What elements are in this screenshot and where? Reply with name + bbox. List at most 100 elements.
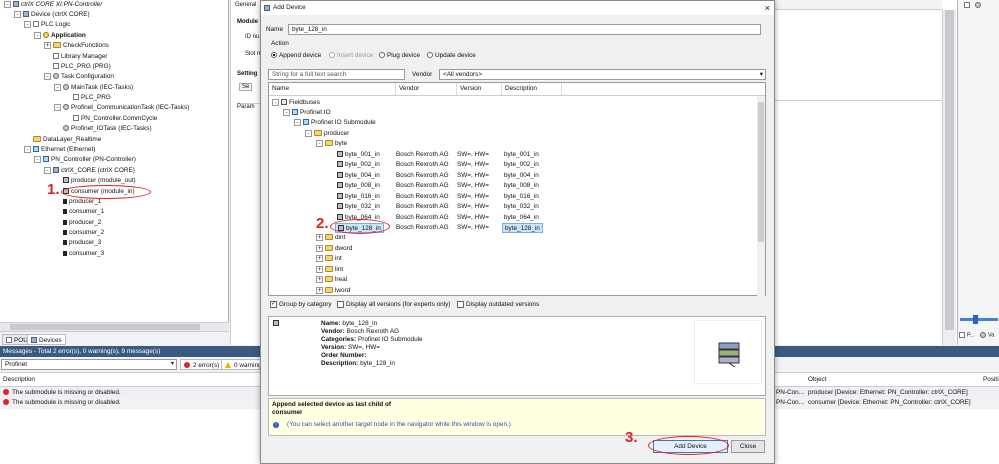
device-catalog-list[interactable]: Name Vendor Version Description - Fieldbu… <box>268 82 766 296</box>
tree-node[interactable]: + CheckFunctions <box>44 41 109 51</box>
catalog-group-node[interactable]: + lint <box>316 265 343 275</box>
tab-devices[interactable]: Devices <box>27 334 66 345</box>
tree-node[interactable]: Profinet_IOTask (IEC-Tasks) <box>54 124 152 134</box>
expander-icon[interactable]: + <box>316 233 323 241</box>
tree-node[interactable]: - ctrlX CORE XI:PN-Controller <box>4 0 102 10</box>
settings-icon[interactable] <box>975 2 981 8</box>
expander-icon[interactable]: - <box>54 83 61 91</box>
tree-node[interactable]: - Profinet_CommunicationTask (IEC-Tasks) <box>54 103 189 113</box>
expander-icon[interactable]: - <box>54 103 61 111</box>
expander-icon[interactable]: - <box>294 118 301 126</box>
append-device-radio[interactable]: Append device <box>271 52 321 59</box>
col-position[interactable]: Positi <box>983 373 999 387</box>
tree-node[interactable]: - MainTask (IEC-Tasks) <box>54 83 133 93</box>
expander-icon[interactable]: - <box>24 20 31 28</box>
list-vertical-scrollbar[interactable] <box>757 96 765 296</box>
expander-icon[interactable]: - <box>305 129 312 137</box>
catalog-group-node[interactable]: - Profinet IO <box>283 108 331 118</box>
catalog-group-node[interactable]: - Fieldbuses <box>272 98 320 108</box>
expander-icon[interactable]: - <box>14 10 21 18</box>
tree-node[interactable]: - Device (ctrlX CORE) <box>14 10 90 20</box>
tree-node[interactable]: - Ethernet (Ethernet) <box>24 145 95 155</box>
slider-track[interactable] <box>960 318 998 321</box>
scrollbar-thumb[interactable] <box>945 10 954 330</box>
warnings-filter-button[interactable]: 0 warning <box>221 359 266 370</box>
settings-button[interactable]: Se <box>239 83 253 91</box>
catalog-device-row[interactable]: byte_001_in Bosch Rexroth AG SW=, HW= byte_… <box>269 150 755 160</box>
tree-node[interactable]: DataLayer_Realtime <box>24 135 101 145</box>
vendor-select[interactable]: <All vendors> ▾ <box>439 69 766 80</box>
expander-icon[interactable]: - <box>44 72 51 80</box>
col-description[interactable]: Description <box>502 83 562 95</box>
catalog-group-node[interactable]: + dint <box>316 233 345 243</box>
catalog-device-row[interactable]: byte_002_in Bosch Rexroth AG SW=, HW= byte_… <box>269 160 755 170</box>
catalog-group-node[interactable]: - Profinet IO Submodule <box>294 118 376 128</box>
expander-icon[interactable]: - <box>316 139 323 147</box>
col-vendor[interactable]: Vendor <box>396 83 457 95</box>
device-tree[interactable]: - ctrlX CORE XI:PN-Controller - Device (ctr… <box>0 0 229 322</box>
tree-node[interactable]: producer_3 <box>54 238 101 248</box>
tree-node[interactable]: - Task Configuration <box>44 72 114 82</box>
plug-device-radio[interactable]: Plug device <box>379 52 420 59</box>
update-device-radio[interactable]: Update device <box>427 52 476 59</box>
tree-node[interactable]: PLC_PRG <box>64 93 111 103</box>
slider-handle[interactable] <box>973 315 978 324</box>
tree-node[interactable]: PN_Controller.CommCycle <box>64 114 157 124</box>
catalog-group-node[interactable]: + dword <box>316 244 352 254</box>
tree-node[interactable]: PLC_PRG (PRG) <box>44 62 111 72</box>
expander-icon[interactable]: + <box>316 275 323 283</box>
tree-node[interactable]: - ctrlX_CORE (ctrlX CORE) <box>44 166 135 176</box>
display-outdated-versions-checkbox[interactable]: Display outdated versions <box>457 301 539 308</box>
message-filter-select[interactable]: Profinet ▾ <box>1 359 177 370</box>
tree-node[interactable]: consumer_3 <box>54 249 104 259</box>
insert-device-radio[interactable]: Insert device <box>329 52 373 59</box>
catalog-group-node[interactable]: - byte <box>316 139 347 149</box>
tab-general[interactable]: General <box>235 2 256 8</box>
dialog-titlebar[interactable]: Add Device × <box>261 1 774 15</box>
expander-icon[interactable]: - <box>34 155 41 163</box>
catalog-group-node[interactable]: + lword <box>316 286 350 296</box>
tree-node[interactable]: Library Manager <box>44 52 108 62</box>
expander-icon[interactable]: - <box>4 0 11 8</box>
col-object[interactable]: Object <box>808 373 826 387</box>
col-version[interactable]: Version <box>457 83 502 95</box>
expander-icon[interactable]: - <box>272 98 279 106</box>
tree-node[interactable]: - PN_Controller (PN-Controller) <box>34 155 136 165</box>
p-tab[interactable]: P... <box>959 332 975 338</box>
tree-node[interactable]: consumer_2 <box>54 228 104 238</box>
catalog-device-row[interactable]: byte_032_in Bosch Rexroth AG SW=, HW= byte_… <box>269 202 755 212</box>
catalog-device-row[interactable]: byte_004_in Bosch Rexroth AG SW=, HW= byte_… <box>269 171 755 181</box>
device-name-input[interactable]: byte_128_in <box>288 24 761 35</box>
group-by-category-checkbox[interactable]: ✓ Group by category <box>270 301 332 308</box>
tree-node[interactable]: - PLC Logic <box>24 20 71 30</box>
tree-node[interactable]: consumer_1 <box>54 207 104 217</box>
tree-node[interactable]: - Application <box>34 31 86 41</box>
expander-icon[interactable]: - <box>283 108 290 116</box>
expander-icon[interactable]: + <box>316 286 323 294</box>
expander-icon[interactable]: - <box>44 166 51 174</box>
expander-icon[interactable]: + <box>316 265 323 273</box>
expander-icon[interactable]: + <box>316 244 323 252</box>
catalog-device-row[interactable]: byte_016_in Bosch Rexroth AG SW=, HW= byte_… <box>269 192 755 202</box>
catalog-group-node[interactable]: + int <box>316 254 342 264</box>
display-all-versions-checkbox[interactable]: Display all versions (for experts only) <box>337 301 450 308</box>
close-button[interactable]: Close <box>731 440 765 453</box>
close-icon[interactable]: × <box>765 1 770 15</box>
vertical-scrollbar[interactable] <box>942 10 956 345</box>
catalog-group-node[interactable]: - producer <box>305 129 349 139</box>
expander-icon[interactable]: + <box>316 254 323 262</box>
catalog-group-node[interactable]: + lreal <box>316 275 347 285</box>
catalog-device-row[interactable]: byte_008_in Bosch Rexroth AG SW=, HW= byte_… <box>269 181 755 191</box>
toolbar-icon[interactable] <box>964 2 970 8</box>
scrollbar-thumb[interactable] <box>758 102 764 242</box>
full-text-search-input[interactable]: String for a full text search <box>268 69 405 80</box>
tree-horizontal-scrollbar[interactable] <box>0 322 229 331</box>
va-tab[interactable]: Va <box>980 332 994 338</box>
errors-filter-button[interactable]: 2 error(s) <box>180 359 224 370</box>
scrollbar-thumb[interactable] <box>10 324 200 330</box>
col-description[interactable]: Description <box>3 373 35 387</box>
tree-node[interactable]: producer_2 <box>54 218 101 228</box>
expander-icon[interactable]: + <box>44 41 51 49</box>
col-name[interactable]: Name <box>269 83 396 95</box>
expander-icon[interactable]: - <box>24 145 31 153</box>
